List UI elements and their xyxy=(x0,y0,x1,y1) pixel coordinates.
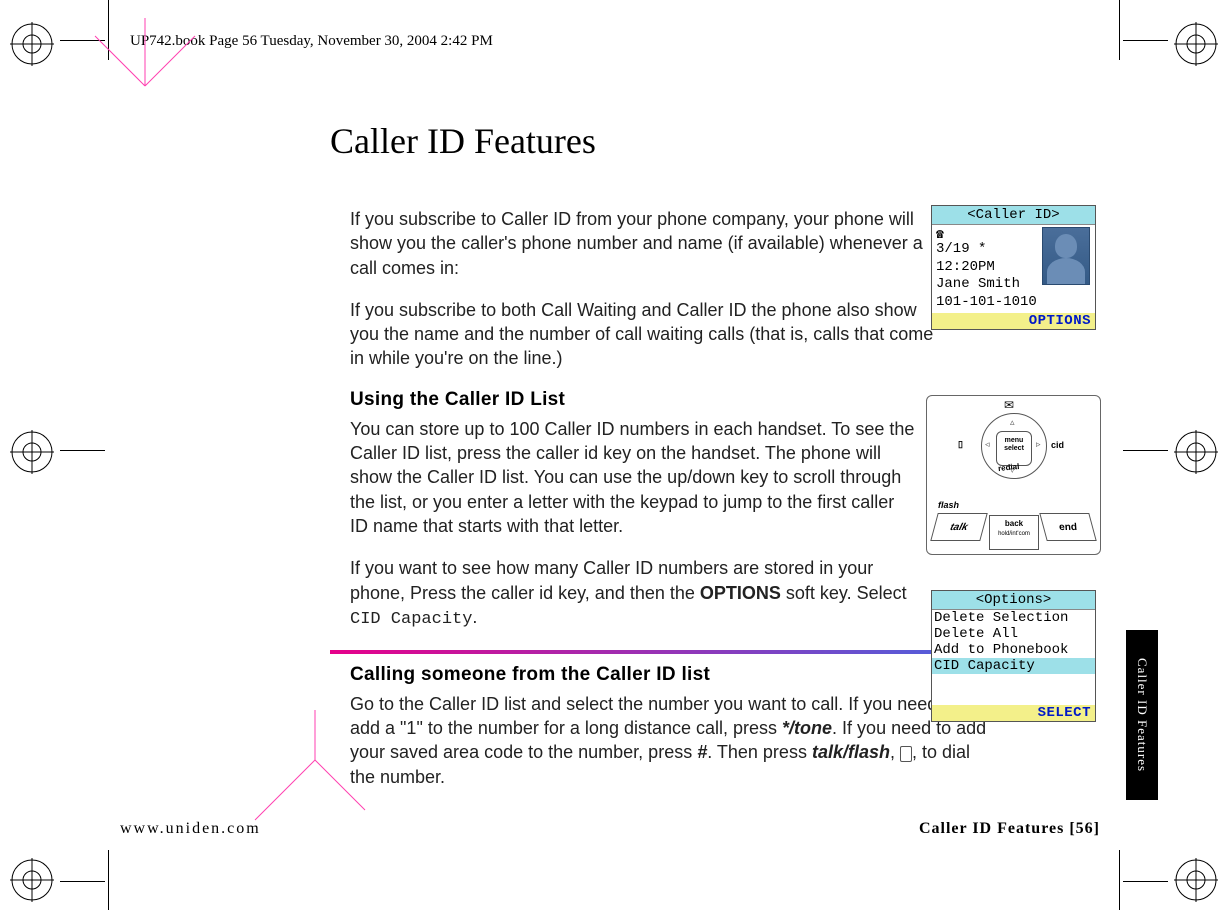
crop-line xyxy=(108,850,109,910)
text-fragment: soft key. Select xyxy=(781,583,907,603)
arrow-right-icon: ▹ xyxy=(1036,439,1041,450)
text-fragment: , xyxy=(890,742,900,762)
arrow-left-icon: ◃ xyxy=(985,439,990,450)
mail-icon: ✉ xyxy=(1004,398,1014,412)
calling-paragraph: Go to the Caller ID list and select the … xyxy=(350,692,990,789)
hold-label: hold/int'com xyxy=(998,531,1030,537)
side-tab: Caller ID Features xyxy=(1126,630,1158,800)
crop-line xyxy=(1119,0,1120,60)
back-label: back xyxy=(1005,519,1023,528)
softkey-select: SELECT xyxy=(932,705,1095,721)
registration-mark xyxy=(10,858,54,902)
arrow-up-icon: ▵ xyxy=(1010,417,1015,428)
registration-mark xyxy=(1174,22,1218,66)
options-screen: <Options> Delete Selection Delete All Ad… xyxy=(931,590,1096,722)
footer-url: www.uniden.com xyxy=(120,820,261,838)
page-title: Caller ID Features xyxy=(330,120,1080,162)
crop-line xyxy=(60,40,105,41)
handset-keypad-diagram: ✉ menuselect ▵ ▿ ◃ ▹ ▯ cid redial flash … xyxy=(926,395,1101,555)
registration-mark xyxy=(1174,858,1218,902)
registration-mark xyxy=(10,430,54,474)
menu-select-button: menuselect xyxy=(996,431,1032,466)
text-fragment: . xyxy=(472,607,477,627)
crop-line xyxy=(1119,850,1120,910)
using-list-paragraph-2: If you want to see how many Caller ID nu… xyxy=(350,556,915,632)
star-tone-key: */tone xyxy=(782,718,832,738)
option-item: Add to Phonebook xyxy=(932,642,1095,658)
crop-line xyxy=(1123,40,1168,41)
option-item: Delete Selection xyxy=(932,610,1095,626)
back-button: back hold/int'com xyxy=(989,515,1039,550)
talk-flash-key: talk/flash xyxy=(812,742,890,762)
screen-title: <Options> xyxy=(932,591,1095,610)
book-icon: ▯ xyxy=(958,439,963,450)
crop-line xyxy=(60,881,105,882)
flash-label: flash xyxy=(938,500,959,510)
text-fragment: . Then press xyxy=(707,742,812,762)
softkey-options: OPTIONS xyxy=(932,313,1095,329)
screen-title: <Caller ID> xyxy=(932,206,1095,225)
caller-avatar-icon xyxy=(1042,227,1090,285)
crop-line xyxy=(60,450,105,451)
talk-button: talk xyxy=(930,513,988,541)
page-footer: www.uniden.com Caller ID Features [56] xyxy=(120,820,1100,838)
screen-body: ☎ 3/19 * 12:20PM Jane Smith 101-101-1010 xyxy=(932,225,1095,313)
cid-capacity-label: CID Capacity xyxy=(350,610,472,629)
option-item-selected: CID Capacity xyxy=(932,658,1095,674)
crop-line xyxy=(1123,450,1168,451)
screen-line: 101-101-1010 xyxy=(936,294,1091,312)
cid-label: cid xyxy=(1051,440,1064,450)
using-list-paragraph-1: You can store up to 100 Caller ID number… xyxy=(350,417,915,538)
screen-body: Delete Selection Delete All Add to Phone… xyxy=(932,610,1095,705)
option-item: Delete All xyxy=(932,626,1095,642)
handset-glyph-icon xyxy=(900,746,912,762)
document-header: UP742.book Page 56 Tuesday, November 30,… xyxy=(130,33,493,50)
intro-paragraph-2: If you subscribe to both Call Waiting an… xyxy=(350,298,945,371)
end-button: end xyxy=(1039,513,1097,541)
crop-line xyxy=(108,0,109,60)
intro-paragraph-1: If you subscribe to Caller ID from your … xyxy=(350,207,945,280)
registration-mark xyxy=(10,22,54,66)
hash-key: # xyxy=(697,742,707,762)
crop-line xyxy=(1123,881,1168,882)
options-key-label: OPTIONS xyxy=(700,583,781,603)
footer-page-label: Caller ID Features [56] xyxy=(919,820,1100,838)
caller-id-screen: <Caller ID> ☎ 3/19 * 12:20PM Jane Smith … xyxy=(931,205,1096,330)
side-tab-label: Caller ID Features xyxy=(1134,658,1150,772)
registration-mark xyxy=(1174,430,1218,474)
